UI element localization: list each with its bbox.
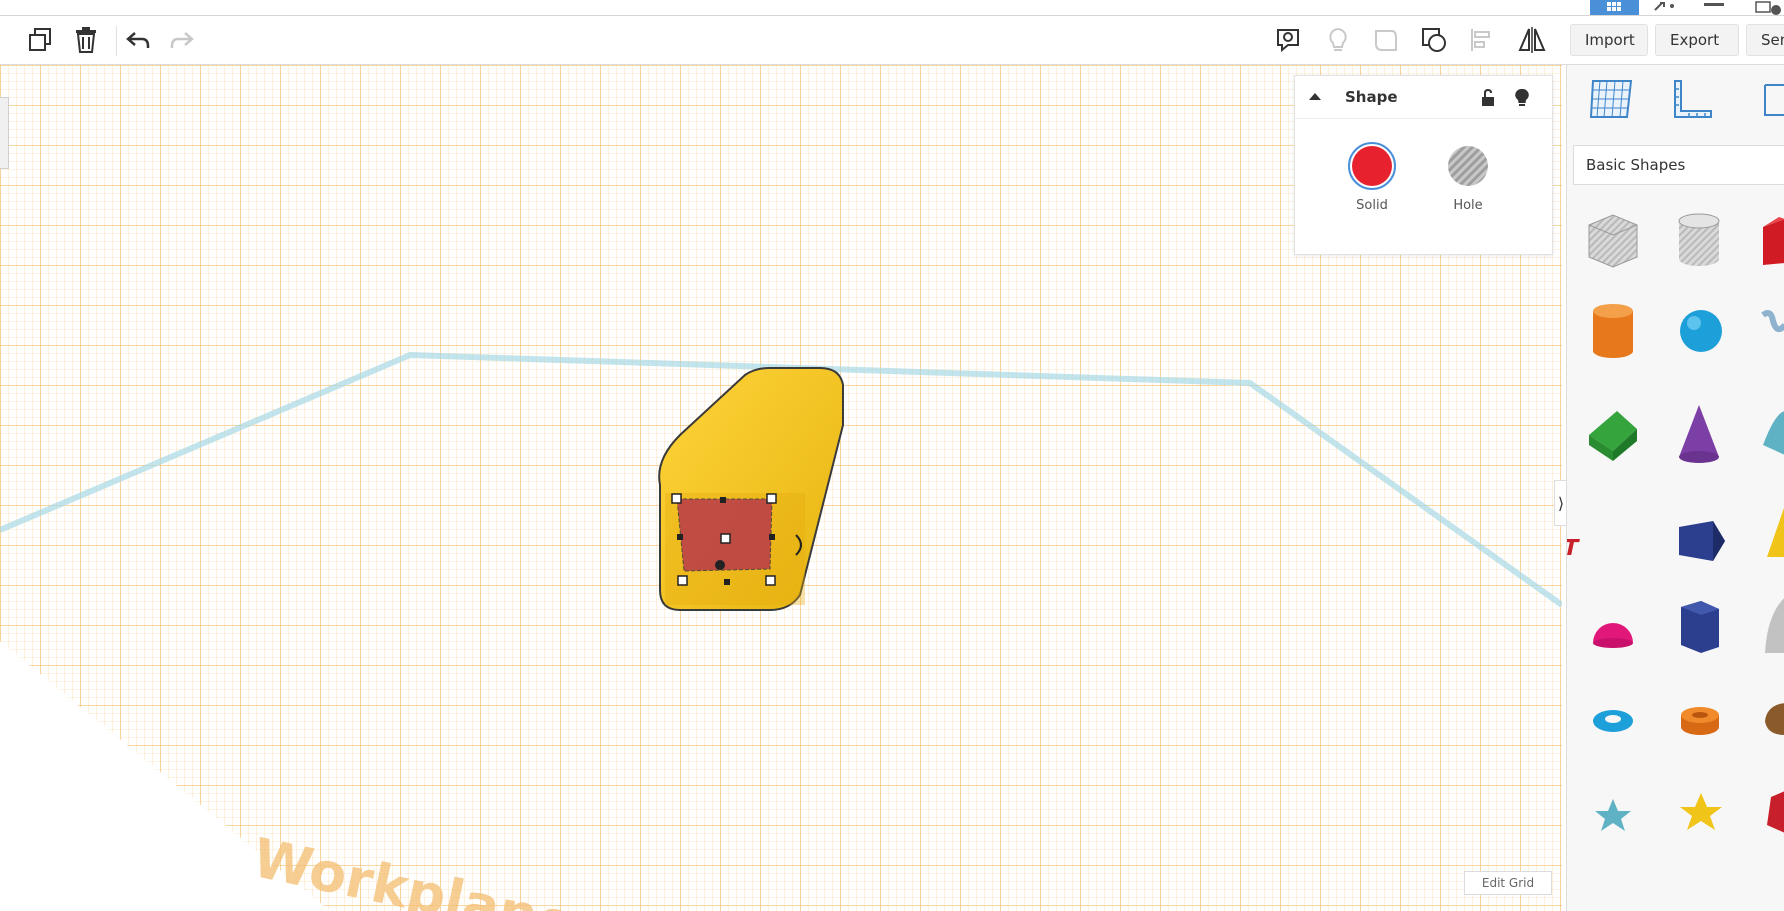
shape-paraboloid[interactable] bbox=[1765, 597, 1784, 653]
trash-icon bbox=[76, 27, 96, 53]
shape-half-sphere[interactable] bbox=[1593, 623, 1633, 648]
view-mode-3d-button[interactable] bbox=[1590, 0, 1639, 15]
view-cube[interactable] bbox=[0, 97, 9, 169]
bricks-mode-icon[interactable] bbox=[1700, 0, 1730, 15]
undo-icon bbox=[126, 32, 150, 48]
workplane-tool-button[interactable] bbox=[1587, 75, 1637, 125]
shape-library-select[interactable]: Basic Shapes bbox=[1573, 145, 1784, 185]
toolbar-separator bbox=[116, 26, 117, 56]
add-user-icon[interactable] bbox=[1752, 0, 1784, 15]
lightbulb-icon bbox=[1329, 27, 1347, 51]
export-button[interactable]: Export bbox=[1655, 24, 1739, 56]
solid-swatch[interactable] bbox=[1348, 142, 1396, 190]
shape-pyramid[interactable] bbox=[1767, 505, 1784, 557]
panel-title: Shape bbox=[1345, 88, 1398, 106]
shape-box[interactable] bbox=[1763, 217, 1784, 265]
shape-text[interactable]: TEXT bbox=[1567, 535, 1582, 561]
shape-scribble[interactable] bbox=[1761, 310, 1784, 333]
mirror-button[interactable] bbox=[1514, 16, 1550, 64]
shape-cylinder[interactable] bbox=[1593, 304, 1633, 358]
lock-icon bbox=[1482, 88, 1494, 106]
lightbulb-icon bbox=[1515, 88, 1529, 106]
light-button[interactable] bbox=[1320, 16, 1356, 64]
duplicate-button[interactable] bbox=[20, 16, 60, 64]
notes-button[interactable] bbox=[1270, 16, 1306, 64]
lock-button[interactable] bbox=[1477, 87, 1499, 109]
shape-round-roof[interactable] bbox=[1763, 411, 1784, 455]
import-button[interactable]: Import bbox=[1570, 24, 1648, 56]
workplane-grid-icon bbox=[1589, 80, 1633, 118]
edit-grid-button[interactable]: Edit Grid bbox=[1464, 871, 1552, 895]
shape-roof[interactable] bbox=[1589, 411, 1637, 461]
main-toolbar: Import Export Sen bbox=[0, 16, 1784, 65]
solid-label: Solid bbox=[1356, 198, 1388, 213]
shape-polygon[interactable] bbox=[1681, 601, 1719, 653]
hole-swatch[interactable] bbox=[1444, 142, 1492, 190]
shape-tube[interactable] bbox=[1681, 707, 1719, 735]
shape-panel-header: Shape bbox=[1295, 76, 1552, 119]
shape-sphere[interactable] bbox=[1680, 310, 1722, 352]
redo-button[interactable] bbox=[162, 16, 202, 64]
notes-tool-button[interactable] bbox=[1757, 75, 1784, 125]
shape-star-yellow[interactable] bbox=[1680, 793, 1722, 830]
chevron-right-icon: ⟩ bbox=[1557, 493, 1565, 513]
shape-gem[interactable] bbox=[1767, 791, 1784, 833]
ungroup-icon bbox=[1422, 28, 1446, 52]
shape-star-blue[interactable] bbox=[1595, 799, 1631, 831]
caret-up-icon bbox=[1309, 93, 1321, 100]
group-icon bbox=[1375, 30, 1397, 51]
shape-inspector-panel: Shape Solid Hole bbox=[1294, 75, 1553, 255]
collapse-panel-button[interactable] bbox=[1305, 88, 1325, 106]
align-button[interactable] bbox=[1464, 16, 1500, 64]
mirror-icon bbox=[1518, 27, 1546, 53]
svg-text:TEXT: TEXT bbox=[1567, 535, 1582, 561]
note-icon bbox=[1764, 84, 1784, 116]
align-icon bbox=[1471, 29, 1490, 51]
ruler-icon bbox=[1674, 80, 1712, 118]
shape-cylinder-hole[interactable] bbox=[1678, 213, 1720, 266]
duplicate-icon bbox=[29, 28, 51, 51]
blocks-mode-icon[interactable] bbox=[1650, 0, 1680, 15]
delete-button[interactable] bbox=[66, 16, 106, 64]
speech-bubble-icon bbox=[1277, 29, 1299, 53]
send-to-button[interactable]: Sen bbox=[1746, 24, 1784, 56]
top-strip bbox=[0, 0, 1784, 16]
shape-box-hole[interactable] bbox=[1588, 214, 1638, 268]
ruler-tool-button[interactable] bbox=[1667, 75, 1717, 125]
shape-wedge-prism[interactable] bbox=[1679, 521, 1725, 561]
hole-label: Hole bbox=[1453, 198, 1483, 213]
shapes-sidebar: Basic Shapes TEXT bbox=[1566, 65, 1784, 911]
redo-icon bbox=[170, 32, 194, 48]
group-button[interactable] bbox=[1368, 16, 1404, 64]
shape-torus[interactable] bbox=[1593, 710, 1633, 732]
light-toggle-button[interactable] bbox=[1511, 87, 1533, 109]
undo-button[interactable] bbox=[118, 16, 158, 64]
ungroup-button[interactable] bbox=[1416, 16, 1452, 64]
shape-cone[interactable] bbox=[1679, 405, 1719, 463]
shape-ring[interactable] bbox=[1765, 703, 1784, 735]
